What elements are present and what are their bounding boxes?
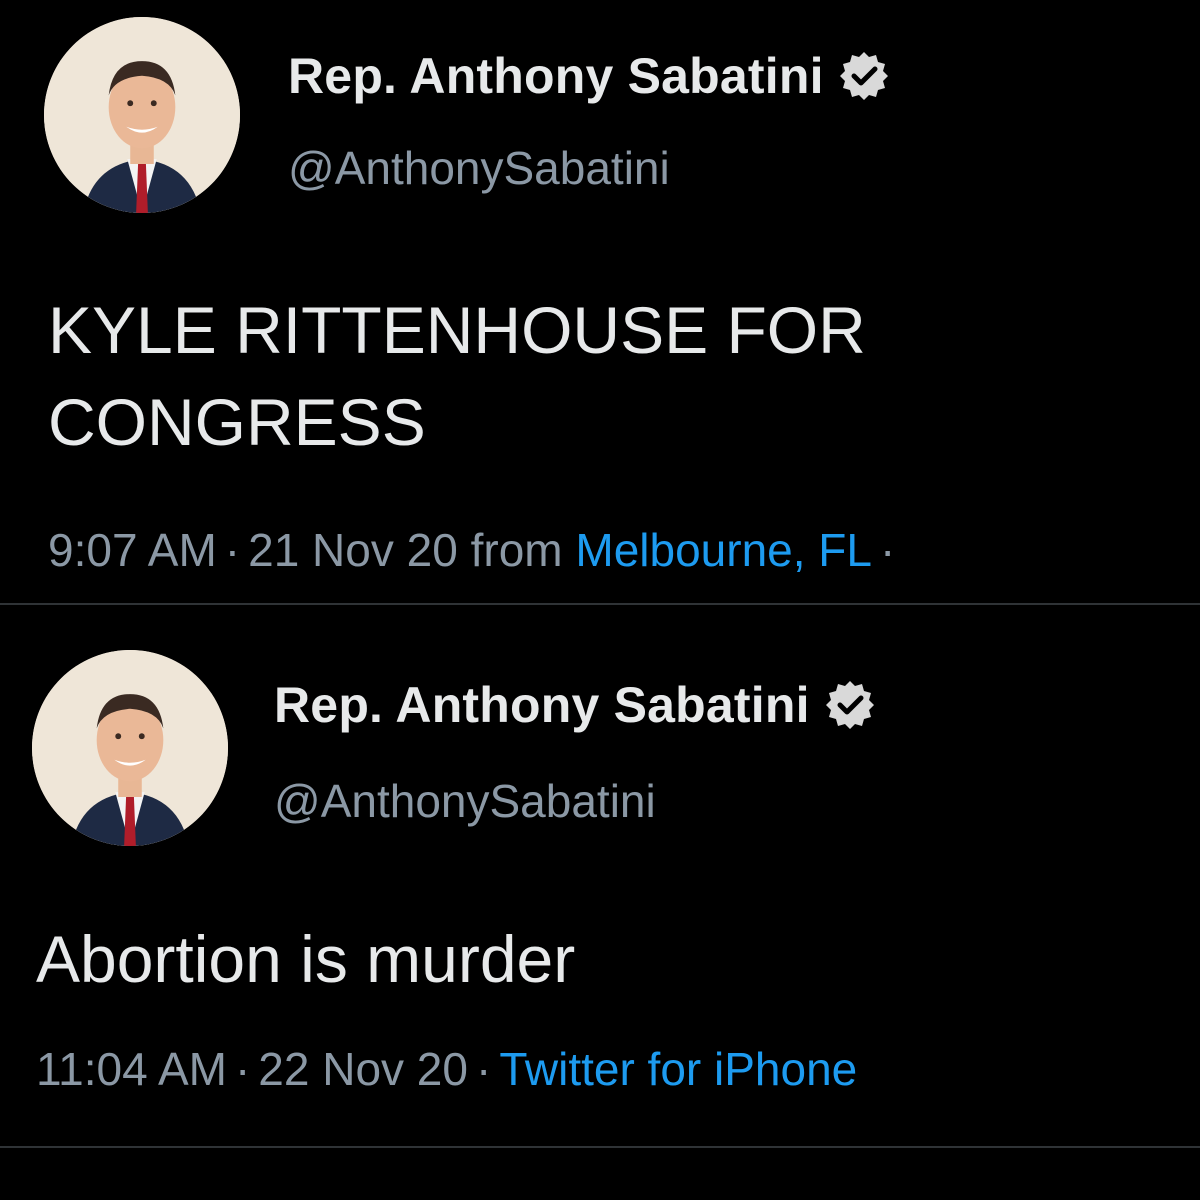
display-name[interactable]: Rep. Anthony Sabatini (288, 46, 824, 106)
avatar[interactable] (32, 650, 228, 846)
profile-photo-icon (32, 650, 228, 846)
avatar[interactable] (44, 17, 240, 213)
profile-photo-icon (44, 17, 240, 213)
author-row: Rep. Anthony Sabatini (288, 46, 890, 106)
tweet-time[interactable]: 11:04 AM (36, 1043, 227, 1095)
display-name[interactable]: Rep. Anthony Sabatini (274, 675, 810, 735)
location-link[interactable]: Melbourne, FL (575, 524, 872, 576)
verified-badge-icon (838, 50, 890, 102)
handle[interactable]: @AnthonySabatini (274, 773, 656, 829)
tweet-meta: 9:07 AM · 21 Nov 20 from Melbourne, FL · (48, 522, 903, 578)
tweet-date[interactable]: 21 Nov 20 (248, 524, 458, 576)
separator: · (879, 524, 896, 576)
divider (0, 1146, 1200, 1148)
tweet[interactable]: Rep. Anthony Sabatini @AnthonySabatini A… (0, 604, 1200, 1200)
from-label: from (470, 524, 563, 576)
tweet-text: KYLE RITTENHOUSE FOR CONGRESS (48, 293, 866, 459)
tweet-text: Abortion is murder (36, 922, 576, 996)
tweet-date[interactable]: 22 Nov 20 (258, 1043, 468, 1095)
author-row: Rep. Anthony Sabatini (274, 675, 876, 735)
handle[interactable]: @AnthonySabatini (288, 140, 670, 196)
tweet-time[interactable]: 9:07 AM (48, 524, 217, 576)
separator: · (475, 1043, 492, 1095)
tweet[interactable]: Rep. Anthony Sabatini @AnthonySabatini K… (0, 0, 1200, 604)
source-link[interactable]: Twitter for iPhone (499, 1043, 857, 1095)
verified-badge-icon (824, 679, 876, 731)
separator: · (224, 524, 241, 576)
separator: · (234, 1043, 251, 1095)
tweet-meta: 11:04 AM · 22 Nov 20 · Twitter for iPhone (36, 1041, 857, 1097)
